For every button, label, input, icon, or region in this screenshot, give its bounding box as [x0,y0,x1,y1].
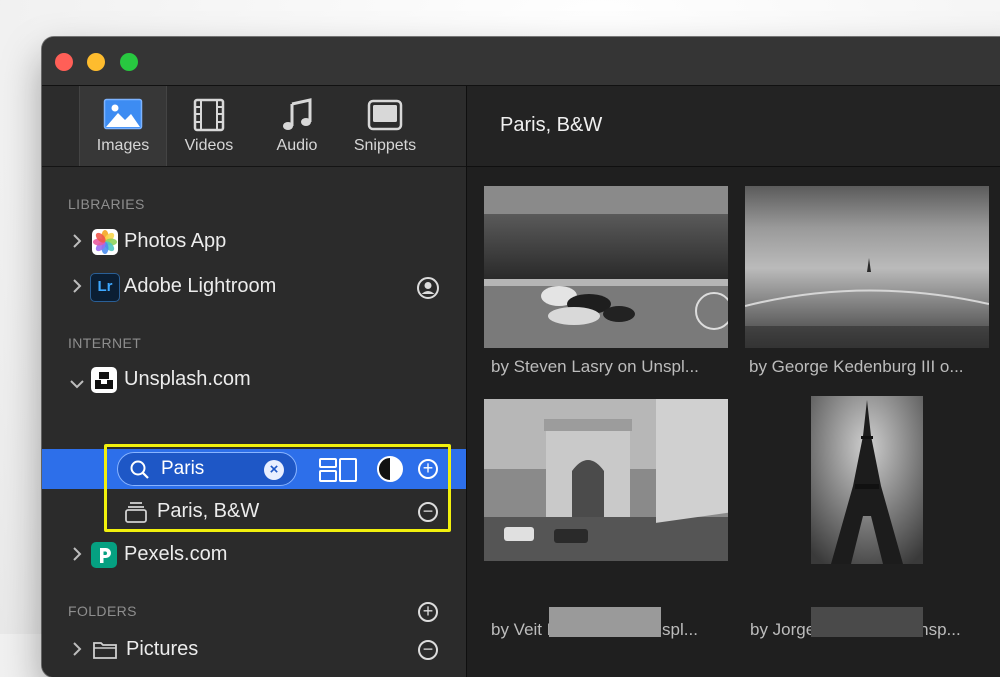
title-bar [42,37,1000,86]
chevron-right-icon[interactable] [72,640,82,663]
tab-images-label: Images [96,137,150,154]
content-header: Paris, B&W [467,86,1000,167]
add-folder-button[interactable]: + [418,602,438,622]
photo-thumbnail[interactable] [484,374,728,561]
tab-snippets[interactable]: Snippets [342,86,428,166]
photos-app-icon [92,229,118,255]
clear-search-button[interactable]: × [264,460,284,480]
search-icon [129,459,151,486]
remove-folder-button[interactable]: − [418,640,438,660]
chevron-right-icon[interactable] [72,277,82,300]
sidebar-item-label: Paris, B&W [157,500,260,522]
minimize-window-button[interactable] [87,53,105,71]
add-search-button[interactable]: + [418,459,438,479]
content-area: Paris, B&W by Steven Lasry on Unspl... b… [467,86,1000,677]
black-and-white-filter-icon[interactable] [376,455,404,488]
internet-header: INTERNET [68,335,142,351]
sidebar-item-photos-app[interactable]: Photos App [42,221,466,263]
sidebar: Images Videos Audio Snippets LIBRARIES P… [42,86,467,677]
photo-thumbnail[interactable] [811,607,923,637]
tab-videos[interactable]: Videos [166,86,252,166]
pexels-icon [91,542,117,568]
photo-thumbnail[interactable] [744,186,990,348]
sidebar-item-label: Pictures [126,638,199,660]
sidebar-item-pexels[interactable]: Pexels.com [42,534,466,576]
tab-snippets-label: Snippets [353,137,417,154]
app-window: Images Videos Audio Snippets LIBRARIES P… [42,37,1000,677]
sidebar-item-label: Photos App [124,230,227,252]
remove-search-button[interactable]: − [418,502,438,522]
sidebar-item-lightroom[interactable]: Lr Adobe Lightroom [42,266,466,308]
sidebar-item-unsplash[interactable]: Unsplash.com [42,359,466,401]
stack-icon [124,500,148,530]
lightroom-icon: Lr [90,273,120,302]
photo-caption: by George Kedenburg III o... [749,357,964,376]
sidebar-item-label: Pexels.com [124,543,228,565]
search-input[interactable]: Paris [161,458,204,480]
sidebar-item-saved-search[interactable]: Paris, B&W − [42,491,466,533]
image-icon [103,98,143,135]
media-type-tabs: Images Videos Audio Snippets [42,86,466,167]
content-title: Paris, B&W [500,114,603,136]
sidebar-item-label: Unsplash.com [124,368,251,390]
music-note-icon [280,98,314,137]
tab-audio-label: Audio [276,137,318,154]
chevron-right-icon[interactable] [72,232,82,255]
libraries-header: LIBRARIES [68,196,145,212]
sidebar-item-pictures[interactable]: Pictures − [42,629,466,671]
tab-images[interactable]: Images [79,86,167,166]
tab-audio[interactable]: Audio [254,86,340,166]
search-field[interactable]: Paris × [117,452,297,486]
account-icon[interactable] [417,277,439,305]
photo-thumbnail[interactable] [549,607,661,637]
snippet-icon [367,98,403,137]
chevron-down-icon[interactable] [69,372,85,395]
photo-thumbnail[interactable] [811,396,923,564]
unsplash-icon [91,367,117,393]
layout-toggle-icon[interactable] [318,457,358,488]
photo-caption: by Steven Lasry on Unspl... [491,357,699,376]
photo-thumbnail[interactable] [484,186,733,348]
film-icon [192,98,226,137]
tab-videos-label: Videos [184,137,234,154]
sidebar-item-label: Adobe Lightroom [124,275,277,297]
zoom-window-button[interactable] [120,53,138,71]
chevron-right-icon[interactable] [72,545,82,568]
folder-icon [92,640,118,666]
folders-header: FOLDERS [68,603,137,619]
close-window-button[interactable] [55,53,73,71]
